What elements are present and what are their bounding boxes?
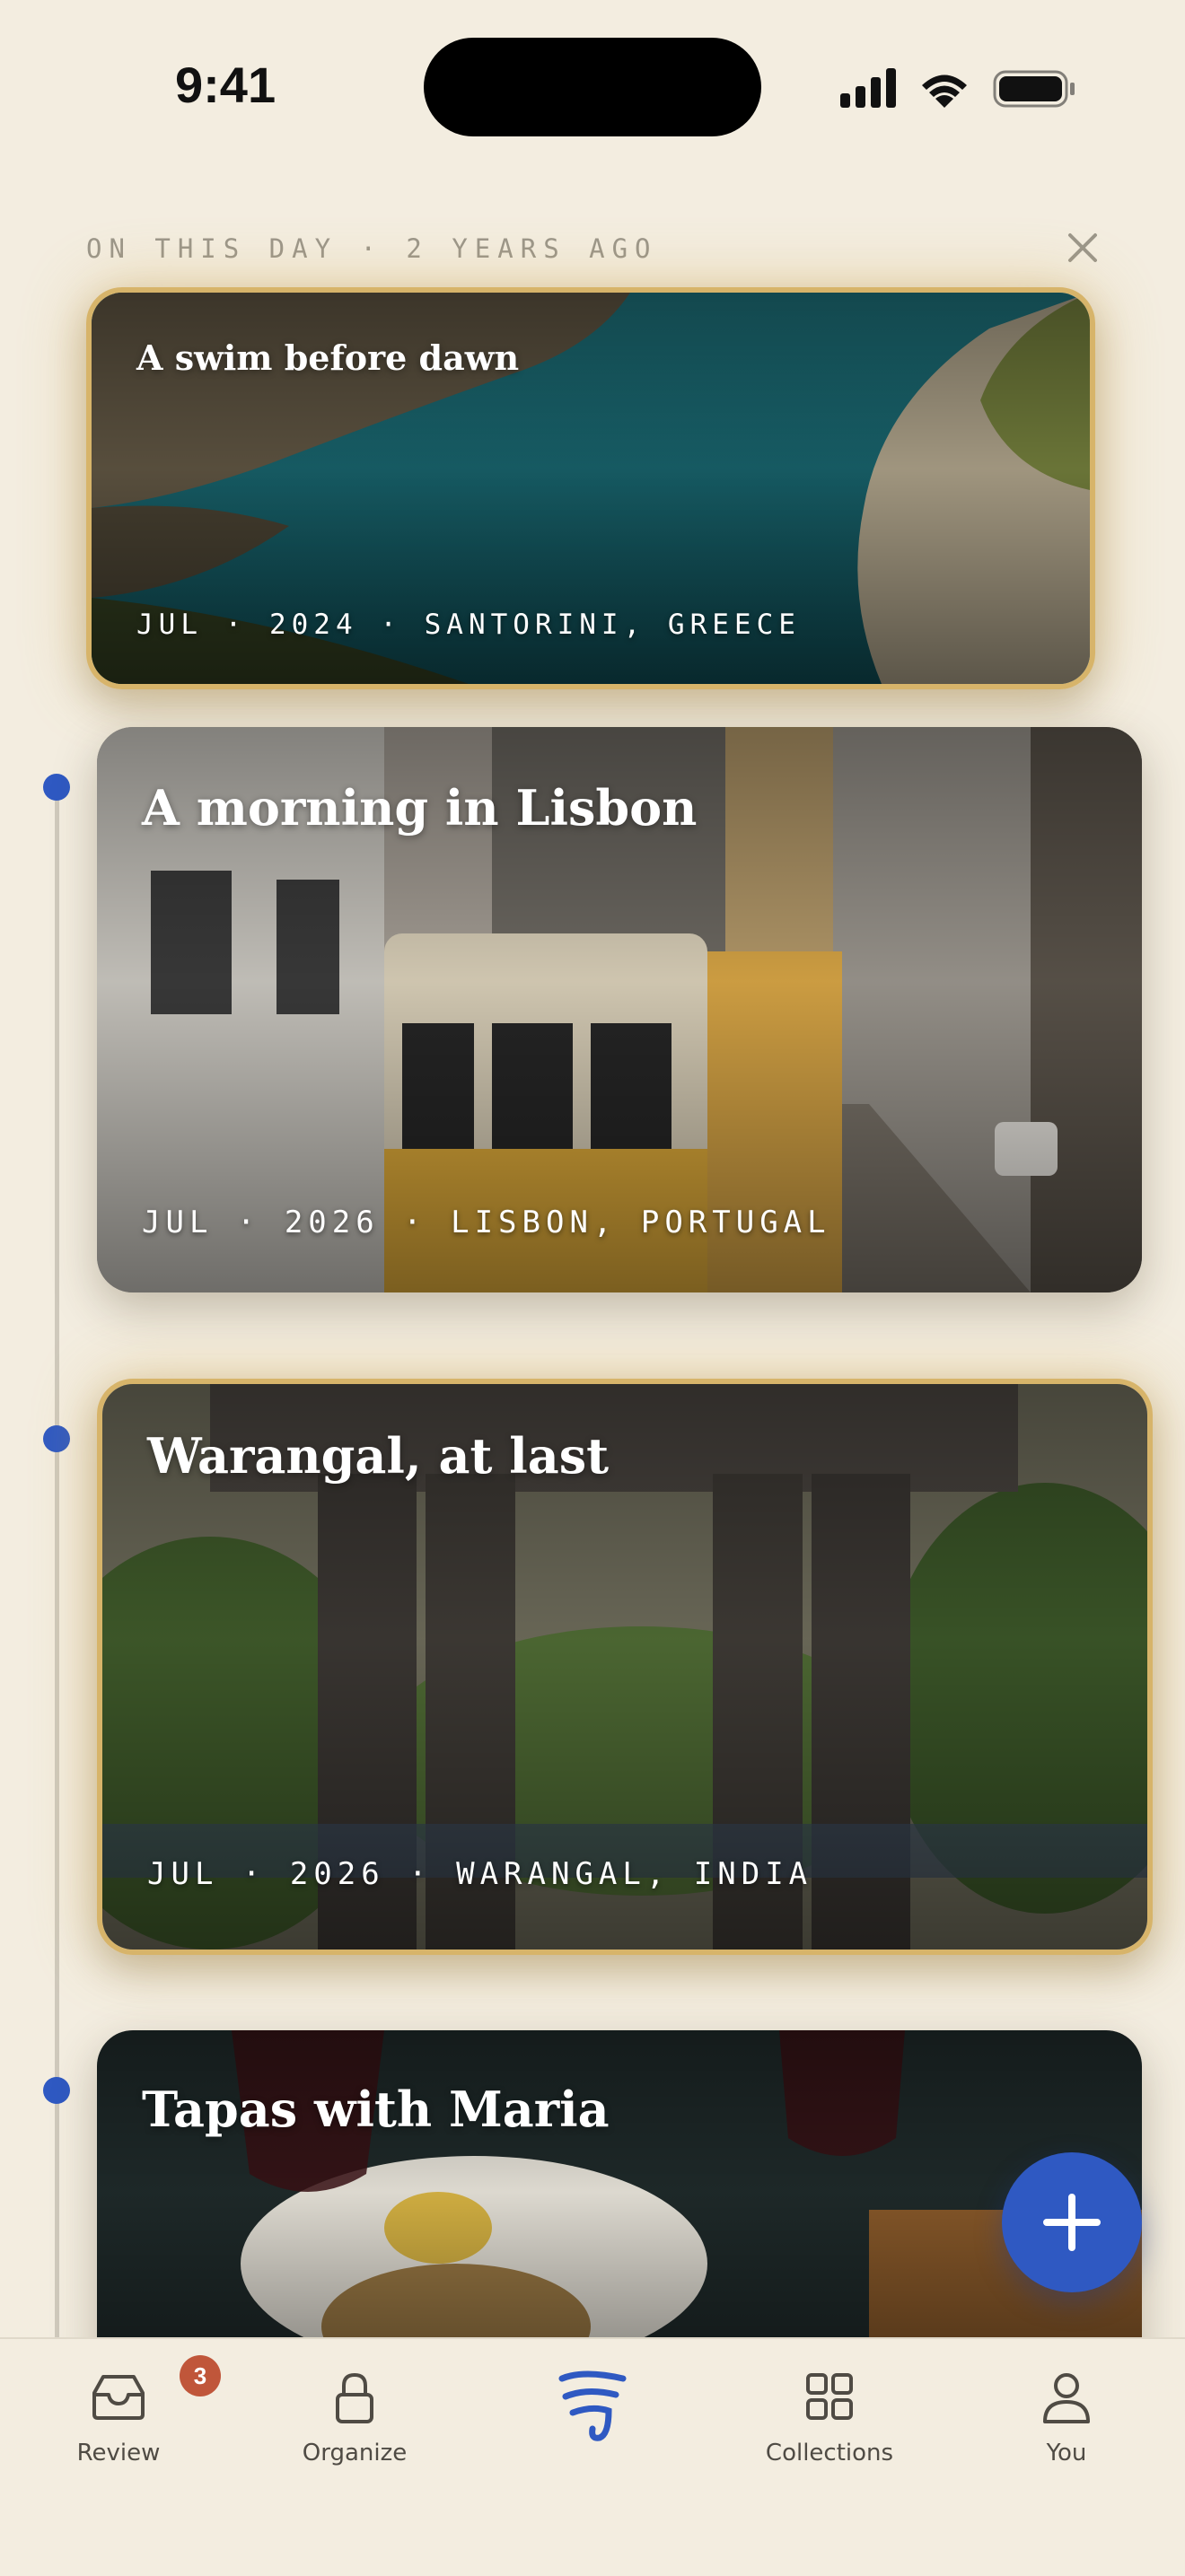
card-title: Warangal, at last xyxy=(147,1427,610,1485)
tab-home[interactable] xyxy=(512,2339,673,2501)
dynamic-island xyxy=(424,38,761,136)
memory-card-highlighted[interactable]: Warangal, at last JUL · 2026 · WARANGAL,… xyxy=(97,1379,1153,1955)
on-this-day-card[interactable]: A swim before dawn JUL · 2024 · SANTORIN… xyxy=(86,287,1095,689)
memory-card[interactable]: A morning in Lisbon JUL · 2026 · LISBON,… xyxy=(97,727,1142,1292)
signal-icon xyxy=(840,68,896,108)
person-icon xyxy=(1043,2373,1090,2423)
card-title: A swim before dawn xyxy=(136,337,520,378)
tab-label: Review xyxy=(76,2440,161,2466)
app-logo-icon xyxy=(558,2370,627,2441)
card-meta: JUL · 2024 · SANTORINI, GREECE xyxy=(136,609,801,641)
close-icon[interactable] xyxy=(1065,230,1101,266)
timeline-line xyxy=(55,790,59,2343)
plus-icon xyxy=(1043,2194,1101,2251)
grid-icon xyxy=(806,2373,853,2420)
on-this-day-label: ON THIS DAY · 2 YEARS AGO xyxy=(86,233,658,264)
status-icons xyxy=(840,68,1075,108)
inbox-icon xyxy=(92,2375,145,2420)
tab-label: Collections xyxy=(765,2440,894,2466)
review-badge: 3 xyxy=(180,2355,221,2396)
status-time: 9:41 xyxy=(175,57,276,113)
tab-you[interactable]: You xyxy=(986,2339,1147,2501)
timeline-dot xyxy=(43,1425,70,1452)
lock-icon xyxy=(336,2372,373,2423)
memory-card[interactable]: Tapas with Maria xyxy=(97,2030,1142,2389)
tab-collections[interactable]: Collections xyxy=(749,2339,910,2501)
add-memory-button[interactable] xyxy=(1002,2152,1142,2292)
card-title: A morning in Lisbon xyxy=(142,779,698,837)
card-title: Tapas with Maria xyxy=(142,2081,610,2138)
card-meta: JUL · 2026 · WARANGAL, INDIA xyxy=(147,1856,813,1892)
tab-organize[interactable]: Organize xyxy=(274,2339,435,2501)
timeline-dot xyxy=(43,2077,70,2104)
tab-bar: 3 Review Organize Collections You xyxy=(0,2337,1185,2576)
battery-icon xyxy=(993,70,1075,108)
tab-review[interactable]: 3 Review xyxy=(38,2339,221,2501)
tab-label: You xyxy=(1046,2440,1087,2466)
wifi-icon xyxy=(922,74,967,108)
card-meta: JUL · 2026 · LISBON, PORTUGAL xyxy=(142,1205,831,1240)
tab-label: Organize xyxy=(302,2440,408,2466)
timeline-dot xyxy=(43,774,70,801)
